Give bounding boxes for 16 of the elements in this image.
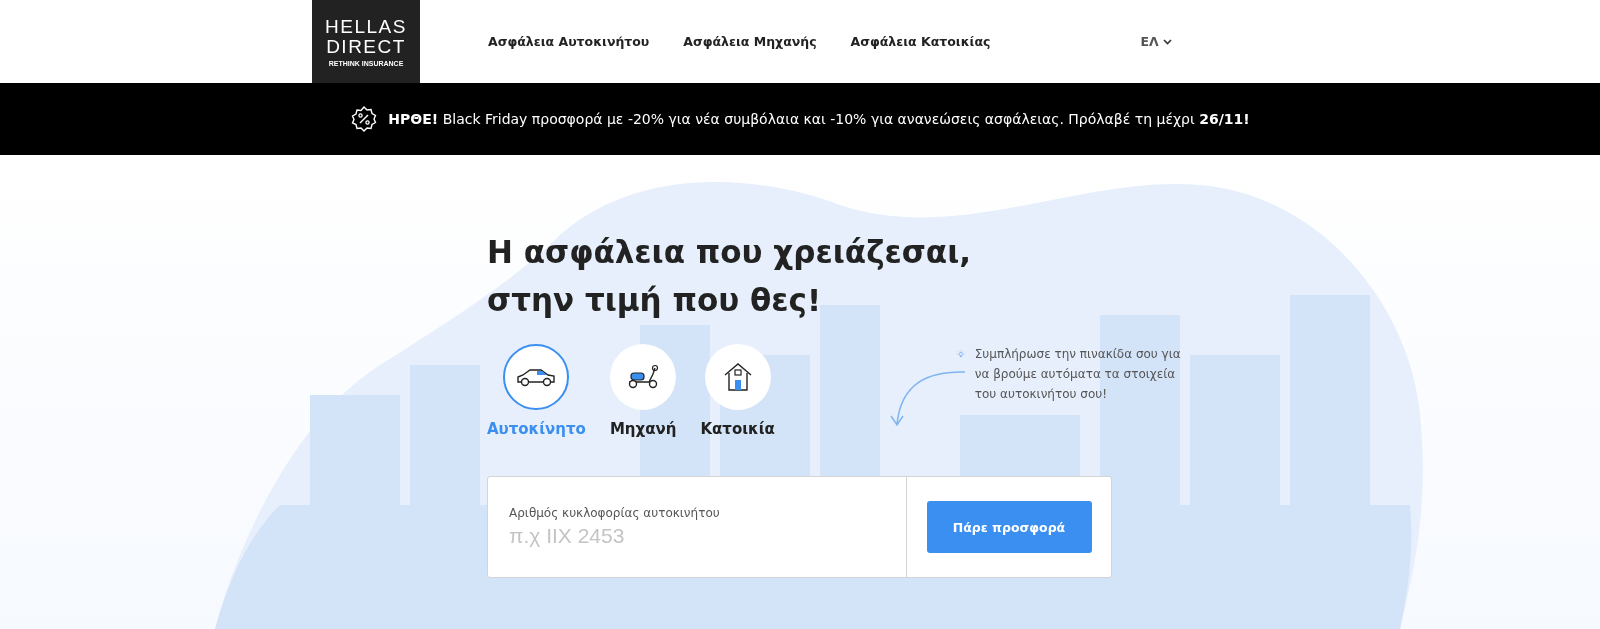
nav-link[interactable]: Ασφάλεια Μηχανής: [683, 34, 817, 49]
nav-link[interactable]: Ασφάλεια Αυτοκινήτου: [488, 34, 650, 49]
car-icon: [515, 366, 558, 388]
chevron-down-icon: [1162, 38, 1172, 45]
hero-heading: στην τιμή που θες!: [487, 281, 823, 320]
language-selector[interactable]: ΕΛ: [1140, 0, 1172, 83]
scooter-icon: [626, 364, 661, 390]
hero-heading: Η ασφάλεια που χρειάζεσαι,: [487, 233, 972, 272]
field-label: Αριθμός κυκλοφορίας αυτοκινήτου: [509, 506, 721, 520]
nav-link[interactable]: Ασφάλεια Κατοικίας: [850, 34, 991, 49]
logo-text: DIRECT: [326, 36, 406, 57]
discount-badge-icon: [350, 105, 379, 133]
promo-text: ΗΡΘΕ! Black Friday προσφορά με -20% για νέα συμβόλαια και -10% για ανανεώσεις ασφάλειας. Πρόλαβέ τη μέχρι 26/11!: [388, 111, 1250, 127]
hint-text: Συμπλήρωσε την πινακίδα σου για να βρούμε αυτόματα τα στοιχεία του αυτοκινήτου σου!: [974, 346, 1182, 403]
curved-arrow-icon: [887, 369, 967, 429]
logo-text: HELLAS: [325, 16, 407, 37]
